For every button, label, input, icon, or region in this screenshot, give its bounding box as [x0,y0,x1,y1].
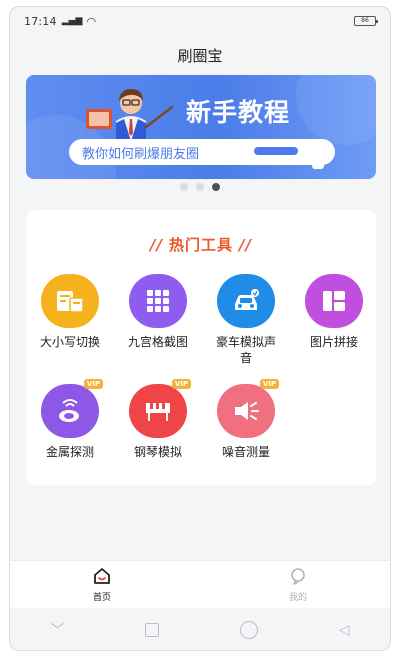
profile-icon [291,568,305,585]
bottom-tab-bar: 首页 我的 [10,560,390,608]
nav-menu-icon[interactable]: ﹀ [50,620,64,640]
tab-label: 首页 [92,593,111,603]
carousel-indicator [10,183,390,191]
title-decoration: // [150,236,163,254]
tool-label: 噪音测量 [221,445,270,459]
page-title: 刷圈宝 [177,47,223,65]
tool-car-sound[interactable]: 豪车模拟声音 [206,274,286,366]
tool-image-collage[interactable]: 图片拼接 [294,274,374,350]
tool-noise-meter[interactable]: VIP 噪音测量 [206,379,286,460]
status-time: 17:14 [24,14,57,28]
teacher-illustration [86,89,174,141]
vip-badge: VIP [83,379,103,389]
carousel-dot[interactable] [196,183,204,191]
nav-back-icon[interactable]: ◁ [339,622,350,638]
tool-label: 九宫格截图 [127,335,188,349]
section-title: // 热门工具 // [26,234,376,255]
tool-label: 钢琴模拟 [133,445,182,459]
carousel-dot[interactable] [180,183,188,191]
banner-decoration [296,75,376,145]
tab-profile[interactable]: 我的 [268,567,328,603]
vip-badge: VIP [171,379,191,389]
tab-label: 我的 [288,593,307,603]
speaker-icon: VIP [217,379,279,438]
piano-icon: VIP [129,379,191,438]
banner-decoration [312,163,324,169]
wifi-icon: ◠ [86,14,97,28]
tool-label: 大小写切换 [39,335,100,349]
car-icon [217,274,275,328]
tab-home[interactable]: 首页 [72,567,132,603]
tool-metal-detector[interactable]: VIP 金属探测 [30,379,110,460]
grid-icon [129,274,187,328]
banner-subtitle: 教你如何刷爆朋友圈 [82,147,200,162]
banner-decoration [254,147,298,155]
detector-icon: VIP [41,379,103,438]
phone-frame: 17:14 ▂▄▆ ◠ 86 刷圈宝 新手教程 教你如何刷爆朋友圈 // 热门工… [9,6,391,651]
system-nav-bar: ﹀ ◁ [10,608,390,650]
tool-piano[interactable]: VIP 钢琴模拟 [118,379,198,460]
status-bar: 17:14 ▂▄▆ ◠ 86 [10,7,390,35]
section-title-text: 热门工具 [168,236,233,254]
nav-home-icon[interactable] [239,621,258,639]
battery-icon: 86 [354,16,378,26]
home-icon [94,568,110,584]
title-decoration: // [239,236,252,254]
tool-label: 豪车模拟声音 [216,335,277,365]
tool-label: 金属探测 [45,445,94,459]
hot-tools-card: // 热门工具 // 大小写切换 九宫格截图 豪车模拟声音 图片拼接 VIP 金属探… [26,210,376,485]
vip-badge: VIP [259,379,279,389]
carousel-dot-active[interactable] [212,183,220,191]
text-icon [41,274,99,328]
collage-icon [305,274,363,328]
tool-grid-screenshot[interactable]: 九宫格截图 [118,274,198,350]
tutorial-banner[interactable]: 新手教程 教你如何刷爆朋友圈 [26,75,376,179]
tool-case-switch[interactable]: 大小写切换 [30,274,110,350]
banner-title: 新手教程 [186,98,291,127]
tool-label: 图片拼接 [309,335,358,349]
signal-icon: ▂▄▆ [61,16,83,26]
nav-recents-icon[interactable] [145,623,160,637]
